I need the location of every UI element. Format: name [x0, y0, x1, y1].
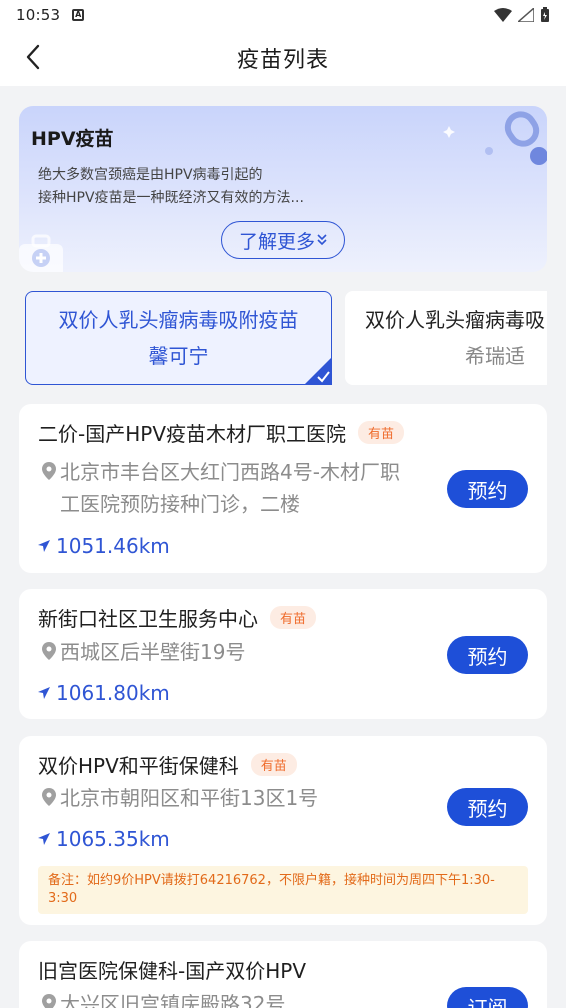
clinic-distance-row: 1051.46km [38, 534, 170, 558]
clinic-address-row: 北京市丰台区大红门西路4号-木材厂职工医院预防接种门诊，二楼 [38, 456, 415, 520]
stock-badge: 有苗 [250, 753, 297, 776]
status-bar: 10:53 A [0, 0, 566, 30]
back-button[interactable] [18, 42, 48, 72]
location-pin-icon [42, 788, 56, 806]
location-pin-icon [42, 462, 56, 480]
stock-badge: 有苗 [270, 606, 317, 629]
clinic-card: 新街口社区卫生服务中心 有苗 西城区后半壁街19号 1061.80km 预约 [19, 589, 547, 719]
double-chevron-down-icon [317, 234, 327, 246]
tab-label-main: 双价人乳头瘤病毒吸附疫苗 [58, 308, 299, 332]
clinic-address: 西城区后半壁街19号 [60, 640, 246, 664]
page-title: 疫苗列表 [236, 48, 329, 73]
nav-bar: 疫苗列表 [0, 30, 566, 86]
clinic-card: 二价-国产HPV疫苗木材厂职工医院 有苗 北京市丰台区大红门西路4号-木材厂职工… [19, 404, 547, 573]
clinic-address-row: 北京市朝阳区和平街13区1号 [38, 782, 415, 814]
clinic-name-row: 双价HPV和平街保健科 有苗 [38, 750, 297, 779]
clinic-distance: 1051.46km [56, 534, 170, 558]
clinic-address: 北京市丰台区大红门西路4号-木材厂职工医院预防接种门诊，二楼 [60, 460, 400, 516]
signal-icon [518, 8, 534, 22]
banner-title: HPV疫苗 [31, 128, 114, 150]
stock-badge: 有苗 [358, 421, 405, 444]
clinic-name: 旧宫医院保健科-国产双价HPV [38, 959, 306, 983]
banner-description: 绝大多数宫颈癌是由HPV病毒引起的 接种HPV疫苗是一种既经济又有效的方法... [38, 164, 368, 210]
navigation-arrow-icon [38, 687, 50, 699]
clinic-note: 备注：如约9价HPV请拨打64216762，不限户籍，接种时间为周四下午1:30… [38, 866, 528, 914]
status-time: 10:53 [16, 6, 61, 24]
vaccine-tabs: 双价人乳头瘤病毒吸附疫苗 馨可宁 双价人乳头瘤病毒吸 希瑞适 [25, 291, 547, 385]
location-pin-icon [42, 642, 56, 660]
banner-desc-line2: 接种HPV疫苗是一种既经济又有效的方法... [38, 190, 304, 206]
clinic-card: 旧宫医院保健科-国产双价HPV 大兴区旧宫镇庑殿路32号 订阅 [19, 941, 547, 1008]
clinic-address-row: 西城区后半壁街19号 [38, 636, 415, 668]
stethoscope-icon [443, 111, 547, 165]
clinic-name-row: 旧宫医院保健科-国产双价HPV [38, 955, 306, 984]
chevron-left-icon [26, 44, 40, 70]
clinic-distance-row: 1065.35km [38, 827, 170, 851]
banner-desc-line1: 绝大多数宫颈癌是由HPV病毒引起的 [38, 167, 263, 183]
clinic-name-row: 二价-国产HPV疫苗木材厂职工医院 有苗 [38, 418, 405, 447]
tab-xiruishi[interactable]: 双价人乳头瘤病毒吸 希瑞适 [345, 291, 547, 385]
selected-check-icon [304, 357, 332, 385]
book-button[interactable]: 预约 [447, 636, 528, 674]
clinic-address: 大兴区旧宫镇庑殿路32号 [60, 992, 286, 1008]
clinic-name-row: 新街口社区卫生服务中心 有苗 [38, 603, 317, 632]
clinic-address: 北京市朝阳区和平街13区1号 [60, 786, 319, 810]
battery-icon [541, 7, 549, 22]
navigation-arrow-icon [38, 833, 50, 845]
clinic-address-row: 大兴区旧宫镇庑殿路32号 [38, 988, 415, 1008]
clinic-name: 二价-国产HPV疫苗木材厂职工医院 [38, 422, 346, 446]
notification-a-icon: A [72, 9, 85, 21]
book-button[interactable]: 预约 [447, 470, 528, 508]
hpv-banner: HPV疫苗 绝大多数宫颈癌是由HPV病毒引起的 接种HPV疫苗是一种既经济又有效… [19, 106, 547, 272]
clinic-distance: 1061.80km [56, 681, 170, 705]
clinic-distance-row: 1061.80km [38, 681, 170, 705]
clinic-card: 双价HPV和平街保健科 有苗 北京市朝阳区和平街13区1号 1065.35km … [19, 736, 547, 925]
clinic-distance: 1065.35km [56, 827, 170, 851]
status-icons [494, 7, 550, 23]
location-pin-icon [42, 994, 56, 1008]
tab-label-main: 双价人乳头瘤病毒吸 [365, 308, 545, 332]
subscribe-button[interactable]: 订阅 [447, 987, 528, 1008]
tab-label-sub: 希瑞适 [465, 344, 525, 368]
wifi-icon [494, 8, 512, 22]
clinic-name: 双价HPV和平街保健科 [38, 754, 239, 778]
clinic-name: 新街口社区卫生服务中心 [38, 607, 258, 631]
tab-label-sub: 馨可宁 [148, 344, 209, 368]
learn-more-label: 了解更多 [238, 230, 315, 253]
learn-more-button[interactable]: 了解更多 [221, 221, 345, 259]
medical-kit-icon [19, 234, 63, 272]
book-button[interactable]: 预约 [447, 788, 528, 826]
tab-xinkening[interactable]: 双价人乳头瘤病毒吸附疫苗 馨可宁 [25, 291, 332, 385]
navigation-arrow-icon [38, 540, 50, 552]
